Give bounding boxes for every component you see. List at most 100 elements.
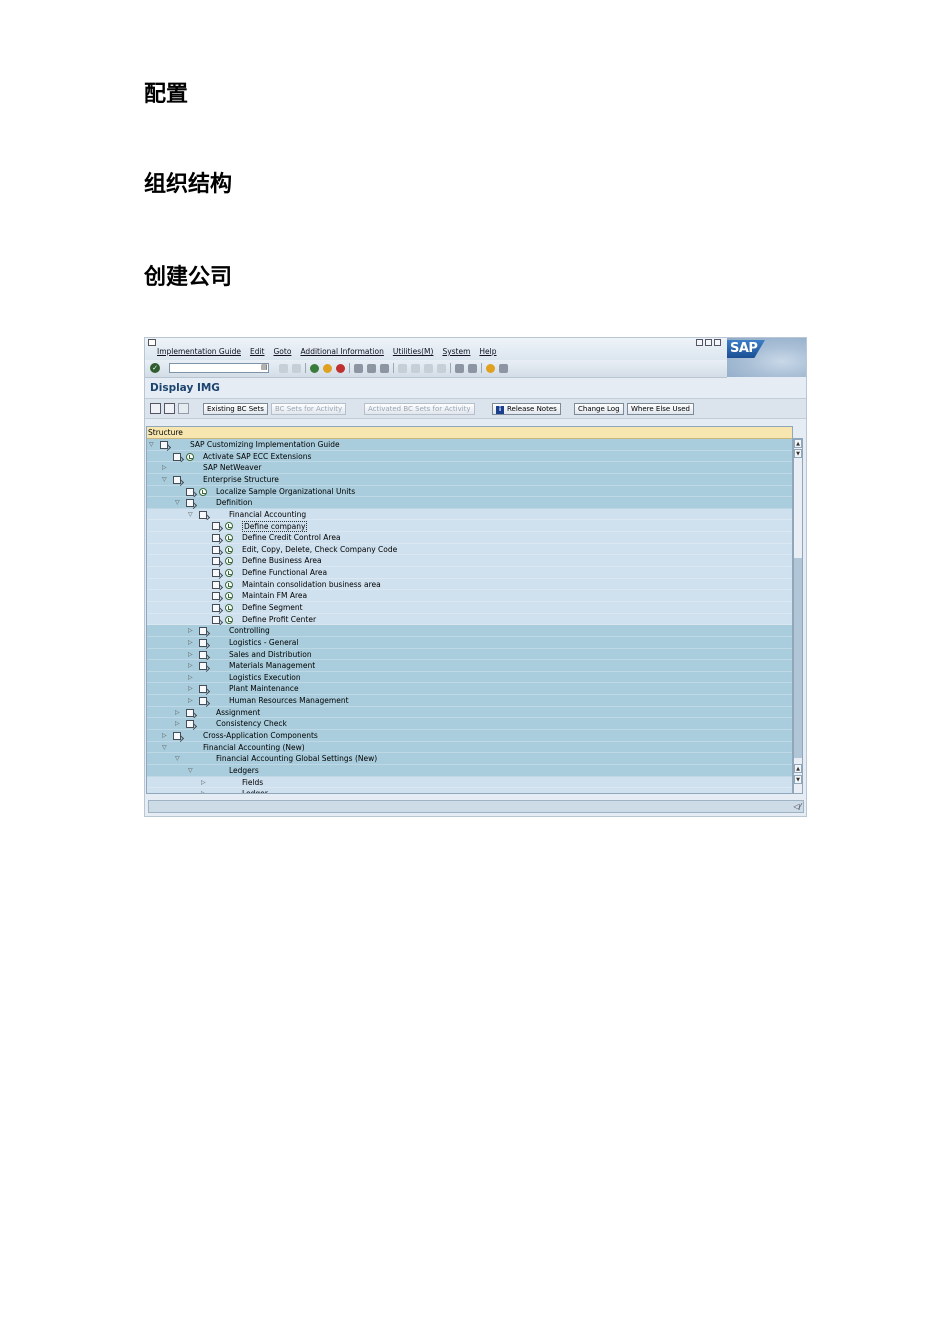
tree-row[interactable]: ▷ Logistics Execution (147, 671, 792, 684)
scroll-up-icon[interactable]: ▲ (794, 764, 802, 773)
help-icon[interactable] (486, 363, 495, 373)
expand-icon[interactable]: ▷ (201, 788, 206, 793)
release-notes-button[interactable]: i Release Notes (492, 403, 561, 415)
save-variant-icon[interactable] (164, 403, 175, 414)
scroll-thumb[interactable] (794, 558, 802, 758)
expand-icon[interactable]: ▷ (201, 777, 206, 789)
tree-row-label[interactable]: Maintain FM Area (242, 590, 307, 602)
documentation-icon[interactable] (199, 510, 207, 519)
documentation-icon[interactable] (173, 732, 181, 741)
minimize-icon[interactable] (696, 339, 703, 346)
tree-row-label[interactable]: Consistency Check (216, 718, 287, 730)
tree-row-label[interactable]: Fields (242, 777, 263, 789)
tree-row[interactable]: Activate SAP ECC Extensions (147, 450, 792, 463)
tree-row[interactable]: ▷ Materials Management (147, 660, 792, 672)
execute-activity-icon[interactable] (225, 592, 233, 601)
tree-row[interactable]: ▷ Controlling (147, 625, 792, 637)
resize-grip-icon[interactable]: ◁⁄ (794, 802, 802, 811)
expand-icon[interactable]: ▷ (188, 660, 193, 672)
execute-activity-icon[interactable] (199, 487, 207, 496)
tree-row-label[interactable]: Sales and Distribution (229, 649, 312, 661)
documentation-icon[interactable] (212, 534, 220, 543)
collapse-icon[interactable]: ▽ (162, 474, 167, 486)
menu-utilities[interactable]: Utilities(M) (393, 347, 434, 356)
documentation-icon[interactable] (173, 452, 181, 461)
first-page-icon[interactable] (398, 363, 407, 373)
tree-row[interactable]: ▷ Ledger (147, 788, 792, 793)
tree-row-label[interactable]: Activate SAP ECC Extensions (203, 451, 311, 463)
collapse-icon[interactable]: ▽ (175, 753, 180, 765)
tree-row[interactable]: ▽ Financial Accounting (147, 508, 792, 521)
expand-icon[interactable]: ▷ (188, 683, 193, 695)
documentation-icon[interactable] (212, 603, 220, 612)
cancel-icon[interactable] (336, 363, 345, 373)
enter-icon[interactable]: ✓ (150, 363, 160, 373)
tree-row-label[interactable]: Plant Maintenance (229, 683, 299, 695)
execute-activity-icon[interactable] (225, 534, 233, 543)
tree-row-label[interactable]: Financial Accounting Global Settings (Ne… (216, 753, 377, 765)
tree-row-label[interactable]: Define Credit Control Area (242, 532, 341, 544)
tree-row[interactable]: Define Profit Center (147, 613, 792, 626)
tree-row-label[interactable]: Ledgers (229, 765, 259, 777)
tree-row[interactable]: ▽ Enterprise Structure (147, 473, 792, 486)
tree-row[interactable]: ▷ Logistics - General (147, 636, 792, 649)
tree-row-label[interactable]: Define Segment (242, 602, 303, 614)
execute-activity-icon[interactable] (225, 580, 233, 589)
documentation-icon[interactable] (212, 522, 220, 531)
documentation-icon[interactable] (212, 615, 220, 624)
documentation-icon[interactable] (199, 650, 207, 659)
expand-icon[interactable]: ▷ (188, 637, 193, 649)
last-page-icon[interactable] (437, 363, 446, 373)
vertical-scrollbar[interactable]: ▲ ▼ ▲ ▼ (793, 438, 803, 794)
menu-goto[interactable]: Goto (274, 347, 292, 356)
tree-row-label[interactable]: Cross-Application Components (203, 730, 318, 742)
expand-icon[interactable]: ▷ (188, 625, 193, 637)
tree-row[interactable]: Define Segment (147, 601, 792, 614)
tree-row-label[interactable]: Materials Management (229, 660, 315, 672)
tree-row[interactable]: ▷ SAP NetWeaver (147, 462, 792, 474)
tree-row-label[interactable]: Ledger (242, 788, 268, 793)
documentation-icon[interactable] (186, 487, 194, 496)
documentation-icon[interactable] (212, 545, 220, 554)
tree-row[interactable]: ▷ Sales and Distribution (147, 648, 792, 661)
tree-row-label[interactable]: Controlling (229, 625, 270, 637)
expand-icon[interactable]: ▷ (175, 707, 180, 719)
tree-row[interactable]: ▽ Definition (147, 497, 792, 509)
collapse-icon[interactable]: ▽ (175, 497, 180, 509)
expand-icon[interactable]: ▷ (162, 730, 167, 742)
find-icon[interactable] (367, 363, 376, 373)
tree-row-label[interactable]: SAP Customizing Implementation Guide (190, 439, 340, 451)
tree-row[interactable]: Maintain FM Area (147, 590, 792, 602)
tree-row-label[interactable]: Human Resources Management (229, 695, 349, 707)
execute-activity-icon[interactable] (186, 452, 194, 461)
tree-row-label[interactable]: Financial Accounting (229, 509, 306, 521)
tree-row[interactable]: Maintain consolidation business area (147, 578, 792, 591)
tree-row-label[interactable]: Define Business Area (242, 555, 322, 567)
execute-activity-icon[interactable] (225, 545, 233, 554)
print-icon[interactable] (354, 363, 363, 373)
tree-row-label[interactable]: Edit, Copy, Delete, Check Company Code (242, 544, 397, 556)
documentation-icon[interactable] (212, 557, 220, 566)
tree-row-label[interactable]: Assignment (216, 707, 260, 719)
previous-page-icon[interactable] (411, 363, 420, 373)
documentation-icon[interactable] (212, 580, 220, 589)
documentation-icon[interactable] (199, 697, 207, 706)
change-log-button[interactable]: Change Log (574, 403, 624, 415)
existing-bc-sets-button[interactable]: Existing BC Sets (203, 403, 268, 415)
documentation-icon[interactable] (199, 638, 207, 647)
documentation-icon[interactable] (186, 708, 194, 717)
save-icon[interactable] (292, 363, 301, 373)
find-next-icon[interactable] (380, 363, 389, 373)
expand-icon[interactable]: ▷ (188, 695, 193, 707)
tree-row[interactable]: ▽ Ledgers (147, 764, 792, 777)
scroll-down-icon[interactable]: ▼ (794, 775, 802, 784)
create-session-icon[interactable] (455, 363, 464, 373)
layout-menu-icon[interactable] (499, 363, 508, 373)
system-menu-icon[interactable] (148, 339, 156, 346)
activated-bc-sets-button[interactable]: Activated BC Sets for Activity (364, 403, 475, 415)
tree-row[interactable]: Define Functional Area (147, 567, 792, 579)
execute-activity-icon[interactable] (225, 615, 233, 624)
execute-activity-icon[interactable] (225, 557, 233, 566)
menu-system[interactable]: System (442, 347, 470, 356)
documentation-icon[interactable] (186, 499, 194, 508)
